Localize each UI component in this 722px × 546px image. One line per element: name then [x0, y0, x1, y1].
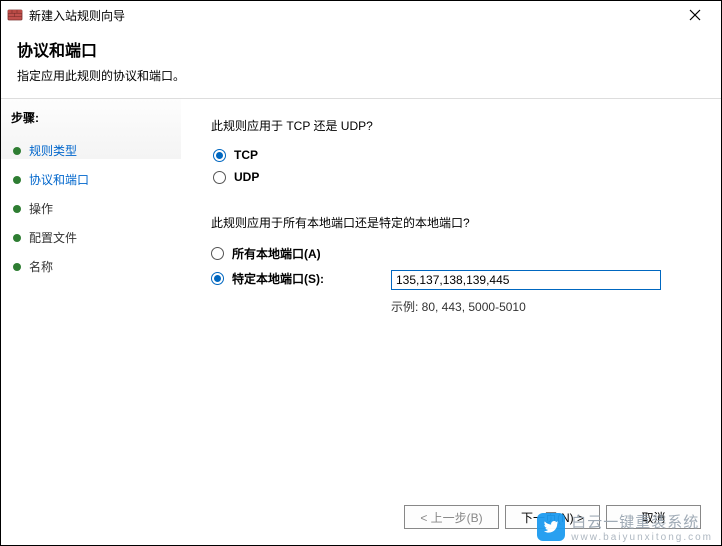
radio-all-ports[interactable]: 所有本地端口(A)	[211, 245, 691, 262]
radio-tcp[interactable]: TCP	[213, 148, 691, 162]
steps-label: 步骤:	[9, 109, 173, 126]
radio-label: 特定本地端口(S):	[232, 270, 324, 287]
header-section: 协议和端口 指定应用此规则的协议和端口。	[1, 29, 721, 99]
radio-label: TCP	[234, 148, 258, 162]
content-panel: 此规则应用于 TCP 还是 UDP? TCP UDP 此规则应用于所有本地端口还…	[181, 99, 721, 545]
page-subtitle: 指定应用此规则的协议和端口。	[17, 67, 705, 84]
sidebar-item-label: 规则类型	[29, 142, 77, 159]
sidebar-item-label: 协议和端口	[29, 171, 89, 188]
port-question: 此规则应用于所有本地端口还是特定的本地端口?	[211, 214, 691, 231]
body: 步骤: 规则类型 协议和端口 操作 配置文件 名称 此规	[1, 99, 721, 545]
close-button[interactable]	[675, 3, 715, 27]
radio-icon	[211, 272, 224, 285]
sidebar-item-label: 配置文件	[29, 229, 77, 246]
sidebar-item-rule-type[interactable]: 规则类型	[9, 136, 173, 165]
bullet-icon	[13, 176, 21, 184]
radio-label: 所有本地端口(A)	[232, 245, 321, 262]
sidebar-item-label: 名称	[29, 258, 53, 275]
back-button[interactable]: < 上一步(B)	[404, 505, 499, 529]
port-radio-group: 所有本地端口(A) 特定本地端口(S): 示例: 80, 443, 5000-5…	[211, 245, 691, 315]
radio-icon	[211, 247, 224, 260]
titlebar: 新建入站规则向导	[1, 1, 721, 29]
cancel-button[interactable]: 取消	[606, 505, 701, 529]
port-example: 示例: 80, 443, 5000-5010	[391, 298, 691, 315]
sidebar-item-name[interactable]: 名称	[9, 252, 173, 281]
watermark-subtext: www.baiyunxitong.com	[571, 532, 713, 543]
close-icon	[689, 9, 701, 21]
sidebar-item-action[interactable]: 操作	[9, 194, 173, 223]
sidebar-item-profile[interactable]: 配置文件	[9, 223, 173, 252]
protocol-question: 此规则应用于 TCP 还是 UDP?	[211, 117, 691, 134]
sidebar-item-protocol-port[interactable]: 协议和端口	[9, 165, 173, 194]
protocol-radio-group: TCP UDP	[213, 148, 691, 184]
wizard-window: 新建入站规则向导 协议和端口 指定应用此规则的协议和端口。 步骤: 规则类型 协…	[0, 0, 722, 546]
page-title: 协议和端口	[17, 37, 705, 61]
radio-label: UDP	[234, 170, 259, 184]
window-title: 新建入站规则向导	[29, 7, 675, 24]
sidebar-item-label: 操作	[29, 200, 53, 217]
footer-buttons: < 上一步(B) 下一页(N) > 取消	[404, 505, 701, 529]
bullet-icon	[13, 234, 21, 242]
radio-udp[interactable]: UDP	[213, 170, 691, 184]
radio-specific-ports[interactable]: 特定本地端口(S):	[211, 270, 691, 290]
firewall-icon	[7, 7, 23, 23]
port-input[interactable]	[391, 270, 661, 290]
next-button[interactable]: 下一页(N) >	[505, 505, 600, 529]
bullet-icon	[13, 263, 21, 271]
bullet-icon	[13, 205, 21, 213]
sidebar: 步骤: 规则类型 协议和端口 操作 配置文件 名称	[1, 99, 181, 545]
radio-icon	[213, 171, 226, 184]
bullet-icon	[13, 147, 21, 155]
radio-icon	[213, 149, 226, 162]
